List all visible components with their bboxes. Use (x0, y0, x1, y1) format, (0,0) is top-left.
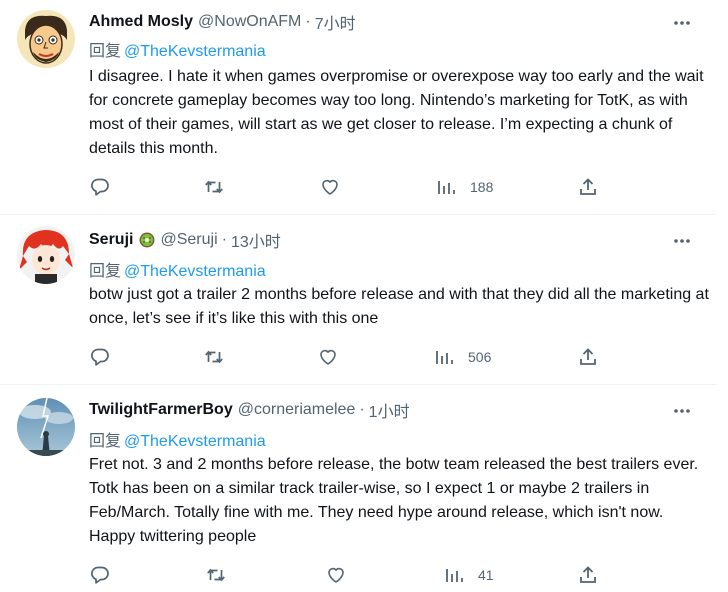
reply-bubble-icon (91, 566, 109, 584)
display-name[interactable]: TwilightFarmerBoy (89, 401, 233, 419)
views-button[interactable]: 41 (444, 564, 494, 586)
avatar[interactable] (17, 10, 75, 68)
user-handle[interactable]: @corneriamelee (238, 401, 356, 419)
avatar[interactable] (17, 398, 75, 456)
heart-icon (328, 567, 344, 583)
like-button[interactable] (320, 176, 340, 198)
share-upload-icon (580, 348, 596, 365)
tweet[interactable]: Seruji @Seruji · 13小时 回复 @TheKevstermani… (0, 214, 716, 385)
avatar[interactable] (17, 226, 75, 284)
tweet-header: Seruji @Seruji · 13小时 (89, 229, 716, 251)
tweet-header: TwilightFarmerBoy @corneriamelee · 1小时 (89, 399, 716, 421)
user-handle[interactable]: @Seruji (160, 231, 217, 249)
timestamp[interactable]: 7小时 (315, 10, 356, 34)
kiwi-emoji-icon (139, 232, 155, 248)
more-options-button[interactable] (672, 401, 692, 421)
replying-to: 回复 @TheKevstermania (89, 37, 266, 60)
retweet-arrows-icon (207, 568, 225, 582)
separator-dot: · (359, 401, 365, 418)
view-count: 188 (470, 179, 494, 195)
red-haired-character-avatar (17, 226, 75, 284)
view-count: 41 (478, 567, 494, 583)
share-upload-icon (580, 566, 596, 583)
cartoon-portrait-avatar (17, 10, 75, 68)
tweet-header: Ahmed Mosly @NowOnAFM · 7小时 (89, 11, 716, 33)
reply-bubble-icon (91, 178, 109, 196)
display-name[interactable]: Ahmed Mosly (89, 13, 193, 31)
tweet[interactable]: Ahmed Mosly @NowOnAFM · 7小时 回复 @TheKevste… (0, 0, 716, 215)
heart-icon (322, 179, 338, 195)
replying-to: 回复 @TheKevstermania (89, 427, 266, 450)
more-dots-icon (674, 21, 690, 25)
separator-dot: · (221, 231, 227, 248)
share-button[interactable] (578, 346, 598, 368)
views-button[interactable]: 188 (436, 176, 493, 198)
views-bar-chart-icon (446, 569, 463, 582)
retweet-button[interactable] (206, 564, 226, 586)
reply-button[interactable] (90, 564, 110, 586)
more-dots-icon (674, 409, 690, 413)
reply-prefix: 回复 (89, 433, 122, 450)
timestamp[interactable]: 13小时 (231, 228, 281, 252)
reply-timeline: Ahmed Mosly @NowOnAFM · 7小时 回复 @TheKevste… (0, 0, 728, 592)
reply-bubble-icon (91, 348, 109, 366)
reply-prefix: 回复 (89, 263, 122, 280)
replying-to: 回复 @TheKevstermania (89, 257, 266, 280)
retweet-button[interactable] (204, 176, 224, 198)
more-options-button[interactable] (672, 13, 692, 33)
retweet-button[interactable] (204, 346, 224, 368)
more-dots-icon (674, 239, 690, 243)
share-button[interactable] (578, 176, 598, 198)
retweet-arrows-icon (205, 180, 223, 194)
tweet-text: I disagree. I hate it when games overpro… (89, 68, 704, 157)
views-bar-chart-icon (438, 181, 455, 194)
tweet-text: Fret not. 3 and 2 months before release,… (89, 456, 699, 545)
views-button[interactable]: 506 (434, 346, 491, 368)
heart-icon (320, 349, 336, 365)
reply-button[interactable] (90, 176, 110, 198)
reply-prefix: 回复 (89, 43, 122, 60)
mention-link[interactable]: @TheKevstermania (124, 263, 266, 280)
tweet-text: botw just got a trailer 2 months before … (89, 286, 709, 327)
share-upload-icon (580, 178, 596, 195)
separator-dot: · (305, 13, 311, 30)
mention-link[interactable]: @TheKevstermania (124, 43, 266, 60)
timestamp[interactable]: 1小时 (369, 398, 410, 422)
reply-button[interactable] (90, 346, 110, 368)
more-options-button[interactable] (672, 231, 692, 251)
share-button[interactable] (578, 564, 598, 586)
user-handle[interactable]: @NowOnAFM (198, 13, 301, 31)
like-button[interactable] (318, 346, 338, 368)
mention-link[interactable]: @TheKevstermania (124, 433, 266, 450)
stormy-sky-avatar (17, 398, 75, 456)
retweet-arrows-icon (205, 350, 223, 364)
view-count: 506 (468, 349, 492, 365)
like-button[interactable] (326, 564, 346, 586)
display-name[interactable]: Seruji (89, 231, 133, 249)
views-bar-chart-icon (436, 351, 453, 364)
tweet[interactable]: TwilightFarmerBoy @corneriamelee · 1小时 回… (0, 384, 716, 591)
